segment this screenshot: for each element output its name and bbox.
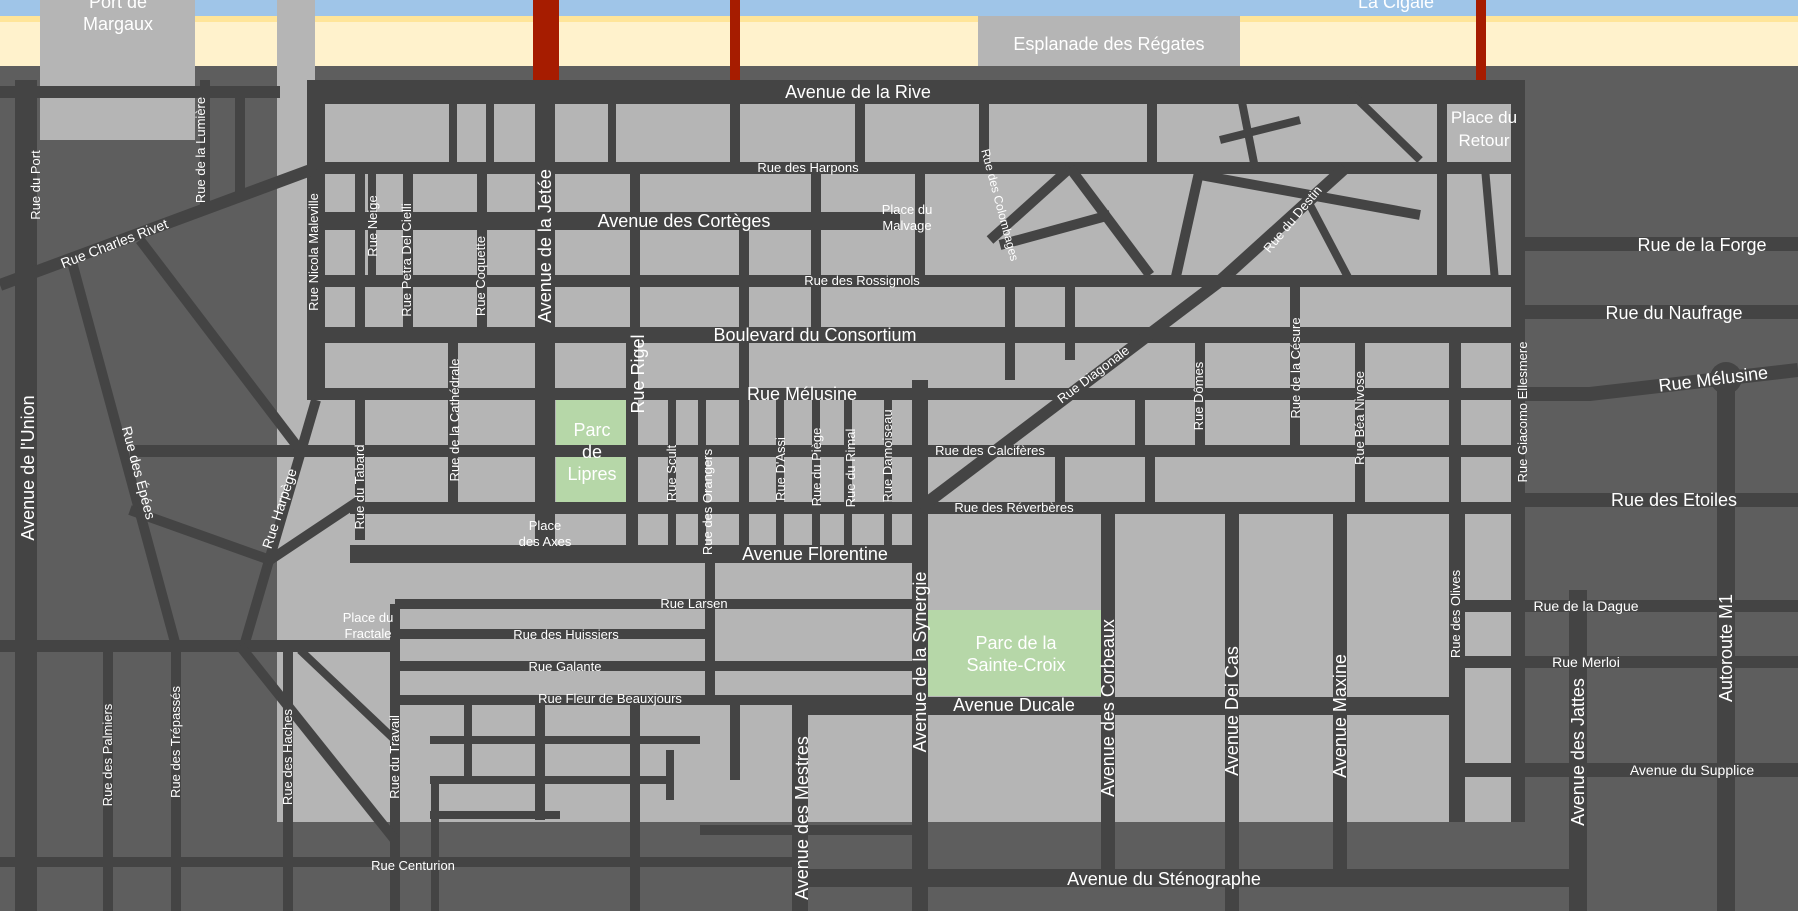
label-rue-galante: Rue Galante	[529, 659, 602, 674]
label-rue-de-la-cathedrale: Rue de la Cathédrale	[447, 359, 462, 482]
label-rue-des-reverberes: Rue des Réverbères	[954, 500, 1074, 515]
label-rue-melusine: Rue Mélusine	[747, 384, 857, 404]
beach	[0, 16, 1798, 66]
label-rue-des-harpons: Rue des Harpons	[757, 160, 859, 175]
label-rue-fleur-de-beauxjours: Rue Fleur de Beauxjours	[538, 691, 682, 706]
label-la-cigale: La Cigale	[1358, 0, 1434, 12]
label-rue-bea-nivose: Rue Béa Nivose	[1352, 371, 1367, 465]
label-avenue-de-la-rive: Avenue de la Rive	[785, 82, 931, 102]
label-avenue-des-mestres: Avenue des Mestres	[792, 736, 812, 900]
label-avenue-florentine: Avenue Florentine	[742, 544, 888, 564]
label-rue-coquette: Rue Coquette	[473, 236, 488, 316]
grey-strip	[277, 0, 315, 80]
label-boulevard-du-consortium: Boulevard du Consortium	[713, 325, 916, 345]
label-avenue-dei-cas: Avenue Dei Cas	[1222, 646, 1242, 776]
label-rue-de-la-dague: Rue de la Dague	[1533, 598, 1638, 614]
label-rue-de-la-forge: Rue de la Forge	[1637, 235, 1766, 255]
label-avenue-du-supplice: Avenue du Supplice	[1630, 762, 1754, 778]
label-rue-des-haches: Rue des Haches	[280, 708, 295, 805]
label-avenue-maxine: Avenue Maxine	[1330, 654, 1350, 778]
label-rue-du-rimal: Rue du Rimal	[843, 429, 858, 508]
label-place-port: Port de Margaux	[83, 0, 153, 34]
label-autoroute-m1: Autoroute M1	[1716, 594, 1736, 702]
label-rue-des-calciferes: Rue des Calcifères	[935, 443, 1045, 458]
label-place-du-fractale: Place du Fractale	[343, 610, 394, 641]
label-avenue-des-jattes: Avenue des Jattes	[1568, 678, 1588, 826]
label-rue-des-huissiers: Rue des Huissiers	[513, 627, 619, 642]
water	[0, 0, 1798, 16]
label-avenue-des-corteges: Avenue des Cortèges	[598, 211, 771, 231]
label-rue-de-la-lumiere: Rue de la Lumière	[193, 97, 208, 203]
label-rue-du-port: Rue du Port	[28, 150, 43, 220]
label-avenue-du-stenographe: Avenue du Sténographe	[1067, 869, 1261, 889]
label-rue-neige: Rue Neige	[365, 195, 380, 256]
label-rue-des-orangers: Rue des Orangers	[700, 448, 715, 555]
label-rue-d-assi: Rue D'Assi	[773, 437, 788, 501]
pier	[533, 0, 559, 80]
label-rue-des-trepasses: Rue des Trépassés	[168, 686, 183, 799]
label-rue-domes: Rue Dômes	[1191, 361, 1206, 430]
label-rue-de-la-cesure: Rue de la Césure	[1288, 317, 1303, 418]
label-rue-larsen: Rue Larsen	[660, 596, 727, 611]
label-avenue-de-la-synergie: Avenue de la Synergie	[910, 572, 930, 753]
label-place-du-malvage: Place du Malvage	[882, 202, 933, 233]
pier	[1476, 0, 1486, 80]
pier	[730, 0, 740, 80]
label-rue-du-tabard: Rue du Tabard	[352, 444, 367, 529]
label-rue-rigel: Rue Rigel	[628, 334, 648, 413]
park-sainte-croix[interactable]	[928, 610, 1104, 696]
label-avenue-de-la-jetee: Avenue de la Jetée	[535, 169, 555, 323]
label-avenue-ducale: Avenue Ducale	[953, 695, 1075, 715]
label-rue-du-travail: Rue du Travail	[387, 715, 402, 799]
label-rue-des-palmiers: Rue des Palmiers	[100, 703, 115, 806]
label-rue-centurion: Rue Centurion	[371, 858, 455, 873]
city-map[interactable]: Port de Margaux La Cigale Esplanade des R…	[0, 0, 1798, 911]
label-esplanade: Esplanade des Régates	[1013, 34, 1204, 54]
label-avenue-des-corbeaux: Avenue des Corbeaux	[1098, 619, 1118, 797]
label-rue-petra-del-cielli: Rue Petra Del Cielli	[399, 203, 414, 317]
label-rue-du-piege: Rue du Piège	[809, 428, 824, 507]
label-rue-merloi: Rue Merloi	[1552, 654, 1620, 670]
label-rue-des-rossignols: Rue des Rossignols	[804, 273, 920, 288]
label-rue-nicola-maleville: Rue Nicola Maleville	[306, 193, 321, 311]
label-rue-des-etoiles: Rue des Etoiles	[1611, 490, 1737, 510]
label-rue-giacomo-ellesmere: Rue Giacomo Ellesmere	[1515, 342, 1530, 483]
beach-edge	[0, 16, 1798, 22]
label-rue-scult: Rue Scult	[664, 444, 679, 501]
label-rue-du-naufrage: Rue du Naufrage	[1605, 303, 1742, 323]
label-avenue-de-l-union: Avenue de l'Union	[18, 395, 38, 540]
label-rue-damoiseau: Rue Damoiseau	[880, 409, 895, 502]
label-rue-des-olives: Rue des Olives	[1448, 569, 1463, 658]
